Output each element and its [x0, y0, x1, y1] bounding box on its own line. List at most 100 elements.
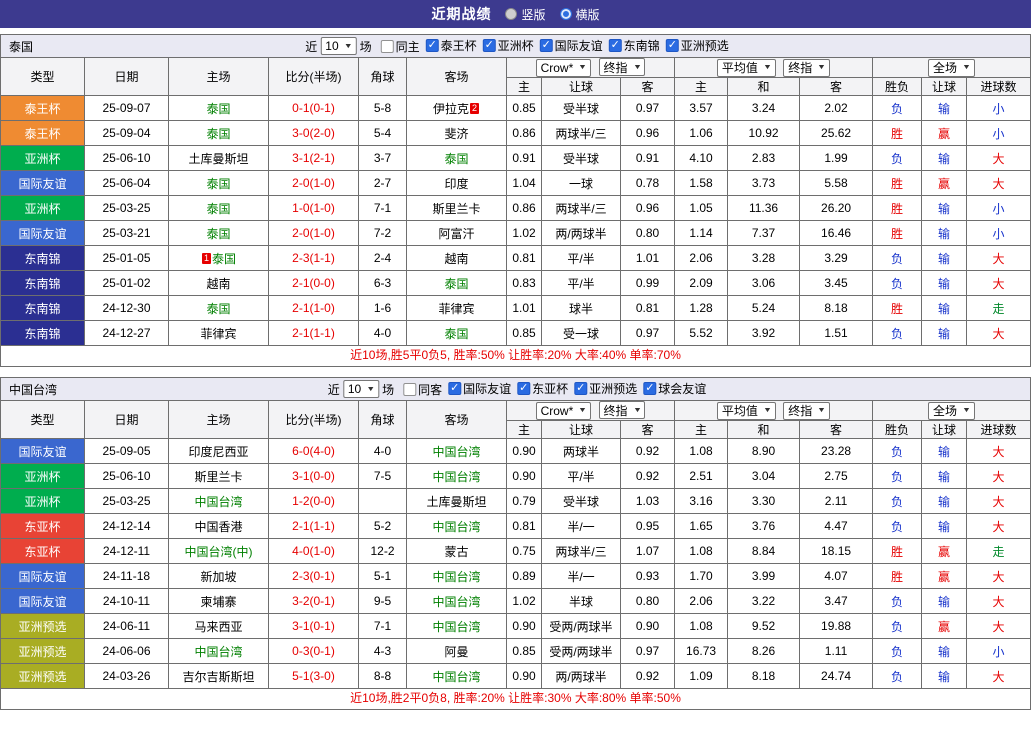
scope-select[interactable]: 全场 ▼ [928, 401, 975, 420]
avg-home-odds: 3.16 [674, 488, 729, 514]
sub-column-header: 进球数 [966, 420, 1031, 439]
handicap-line: 受两/两球半 [541, 613, 621, 639]
match-count-select[interactable]: 10 ▼ [342, 380, 380, 398]
average-odds-header: 平均值 ▼ 终指 ▼ [674, 57, 874, 78]
away-team: 泰国 [406, 270, 507, 296]
home-team: 土库曼斯坦 [168, 145, 269, 171]
handicap-home-odds: 0.81 [506, 513, 542, 539]
away-team: 中国台湾 [406, 513, 507, 539]
home-team: 印度尼西亚 [168, 438, 269, 464]
final-odds-select[interactable]: 终指 ▼ [598, 58, 646, 77]
handicap-home-odds: 0.81 [506, 245, 542, 271]
competition-badge: 国际友谊 [0, 588, 85, 614]
result-winloss: 负 [872, 663, 923, 689]
team-text: 蒙古 [444, 544, 469, 559]
same-venue-checkbox[interactable]: 同主 [380, 38, 420, 55]
odds-company-select[interactable]: Crow* ▼ [535, 58, 592, 77]
team-text: 土库曼斯坦 [188, 151, 249, 166]
near-label: 近 [327, 382, 340, 397]
team-text: 中国台湾 [194, 644, 243, 659]
avg-away-odds: 4.47 [799, 513, 874, 539]
sub-column-header: 进球数 [966, 77, 1031, 96]
result-handicap: 输 [921, 463, 968, 489]
handicap-away-odds: 0.92 [619, 463, 676, 489]
competition-filter-checkbox[interactable]: 亚洲预选 [574, 380, 637, 397]
result-goals: 大 [966, 588, 1031, 614]
competition-filter-checkbox[interactable]: 泰王杯 [425, 37, 477, 54]
match-row: 东亚杯 24-12-14 中国香港 2-1(1-1) 5-2 中国台湾 0.81… [0, 513, 1031, 539]
final-odds-select[interactable]: 终指 ▼ [783, 401, 831, 420]
sub-column-header: 客 [799, 420, 874, 439]
away-team: 伊拉克 2 [406, 95, 507, 121]
team-text: 斯里兰卡 [194, 469, 243, 484]
team-text: 中国台湾 [432, 594, 481, 609]
match-row: 东南锦 24-12-27 菲律宾 2-1(1-1) 4-0 泰国 0.85 受一… [0, 320, 1031, 346]
average-odds-header: 平均值 ▼ 终指 ▼ [674, 400, 874, 421]
corner-score: 5-4 [358, 120, 407, 146]
result-handicap: 输 [921, 588, 968, 614]
handicap-away-odds: 0.97 [619, 95, 676, 121]
match-count-select[interactable]: 10 ▼ [320, 37, 357, 55]
avg-home-odds: 1.14 [674, 220, 729, 246]
header-row-top: 类型 日期 主场 比分(半场) 角球 客场 Crow* ▼ 终指 ▼ 平均值 ▼… [0, 57, 1031, 96]
home-team: 中国台湾(中) [168, 538, 269, 564]
match-date: 25-03-21 [84, 220, 169, 246]
handicap-line: 一球 [541, 170, 621, 196]
team-text: 新加坡 [200, 569, 237, 584]
odds-company-select[interactable]: Crow* ▼ [535, 401, 592, 420]
competition-filter-checkbox[interactable]: 国际友谊 [539, 37, 603, 54]
competition-filter-checkbox[interactable]: 球会友谊 [643, 380, 706, 397]
score: 5-1(3-0) [268, 663, 359, 689]
final-odds-value: 终指 [788, 404, 813, 418]
handicap-home-odds: 0.85 [506, 95, 542, 121]
avg-home-odds: 2.06 [674, 245, 729, 271]
result-handicap: 赢 [921, 538, 968, 564]
team-name: 中国台湾 [9, 382, 58, 397]
home-team: 中国台湾 [168, 488, 269, 514]
result-winloss: 负 [872, 95, 923, 121]
team-text: 泰国 [206, 226, 231, 241]
header-row-top: 类型 日期 主场 比分(半场) 角球 客场 Crow* ▼ 终指 ▼ 平均值 ▼… [0, 400, 1031, 439]
competition-filter-checkbox[interactable]: 亚洲预选 [665, 37, 729, 54]
avg-home-odds: 16.73 [674, 638, 729, 664]
same-venue-checkbox[interactable]: 同客 [403, 381, 442, 398]
result-winloss: 负 [872, 488, 923, 514]
average-select[interactable]: 平均值 ▼ [716, 401, 776, 420]
competition-filter-checkbox[interactable]: 东南锦 [608, 37, 660, 54]
checkbox-label: 亚洲杯 [497, 39, 534, 53]
team-text: 中国台湾(中) [184, 544, 253, 559]
competition-badge: 东南锦 [0, 245, 85, 271]
team-section: 泰国 近 10 ▼ 场 同主 泰王杯亚洲杯国际友谊东南锦亚洲预选 [0, 34, 1031, 367]
handicap-away-odds: 0.96 [619, 120, 676, 146]
result-goals: 大 [966, 438, 1031, 464]
result-goals: 大 [966, 145, 1031, 171]
corner-score: 2-4 [358, 245, 407, 271]
games-label: 场 [359, 39, 372, 54]
team-text: 泰国 [444, 151, 469, 166]
scope-select[interactable]: 全场 ▼ [928, 58, 975, 77]
competition-filter-checkbox[interactable]: 国际友谊 [448, 380, 511, 397]
average-select[interactable]: 平均值 ▼ [716, 58, 776, 77]
final-odds-select[interactable]: 终指 ▼ [598, 401, 646, 420]
competition-badge: 东亚杯 [0, 513, 85, 539]
handicap-line: 两球半 [541, 438, 621, 464]
avg-away-odds: 4.07 [799, 563, 874, 589]
handicap-line: 半球 [541, 588, 621, 614]
score: 2-3(0-1) [268, 563, 359, 589]
layout-radio-horizontal[interactable]: 横版 [559, 6, 600, 23]
match-row: 亚洲杯 25-03-25 泰国 1-0(1-0) 7-1 斯里兰卡 0.86 两… [0, 195, 1031, 221]
match-date: 25-03-25 [84, 195, 169, 221]
avg-away-odds: 16.46 [799, 220, 874, 246]
filter-bar: 近 10 ▼ 场 同客 国际友谊 东亚杯 亚洲预选 球会友谊 [325, 380, 706, 398]
final-odds-select[interactable]: 终指 ▼ [783, 58, 831, 77]
games-label: 场 [382, 382, 395, 397]
layout-radio-vertical[interactable]: 竖版 [505, 6, 546, 23]
chevron-down-icon: ▼ [366, 385, 376, 393]
odds-company-value: Crow* [540, 403, 574, 418]
col-header-away: 客场 [406, 57, 507, 96]
sub-column-header: 胜负 [872, 77, 923, 96]
col-header-date: 日期 [84, 57, 169, 96]
competition-filter-checkbox[interactable]: 东亚杯 [517, 380, 568, 397]
scope-value: 全场 [933, 61, 958, 75]
competition-filter-checkbox[interactable]: 亚洲杯 [482, 37, 534, 54]
